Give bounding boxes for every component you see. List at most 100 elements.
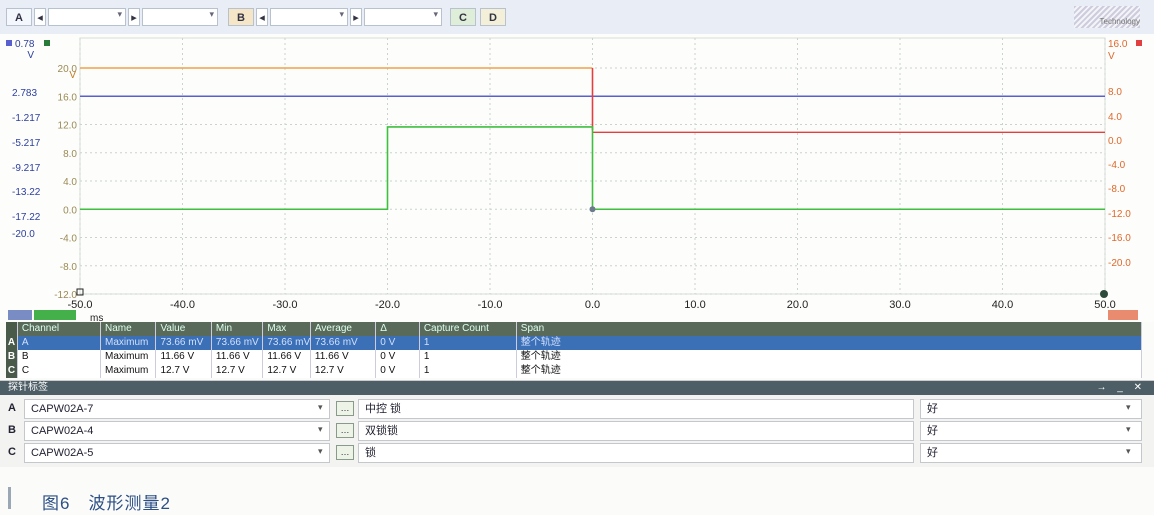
channel-c-button[interactable]: C <box>450 8 476 26</box>
channel-c-strip <box>34 310 76 320</box>
table-cell: 73.66 mV <box>156 336 212 350</box>
table-row-marker: A <box>6 336 18 350</box>
table-header-cell[interactable]: Average <box>311 322 377 336</box>
left-axis-b-tick: 12.0 <box>58 121 78 132</box>
chevron-down-icon: ▾ <box>117 9 122 19</box>
left-axis-a-tick: -5.217 <box>12 138 41 149</box>
channel-b-coupling-select[interactable]: ▾ <box>364 8 442 26</box>
right-axis-tick: -8.0 <box>1108 184 1126 195</box>
left-axis-b-tick: -12.0 <box>54 290 77 301</box>
trigger-marker <box>589 206 596 213</box>
table-cell: 12.7 V <box>212 364 264 378</box>
table-header-marker <box>6 322 18 336</box>
probe-browse-button[interactable]: … <box>336 423 354 438</box>
channel-a-prev-button[interactable]: ◂ <box>34 8 46 26</box>
channel-a-range-select[interactable]: ▾ <box>48 8 126 26</box>
table-row[interactable]: B B Maximum 11.66 V 11.66 V 11.66 V 11.66 V0 V… <box>6 350 1142 364</box>
table-cell: 0 V <box>376 336 420 350</box>
probe-status-value: 好 <box>927 403 938 415</box>
probe-label-input[interactable]: 双锁锁 <box>358 421 914 441</box>
channel-d-button[interactable]: D <box>480 8 506 26</box>
table-header-cell[interactable]: Δ <box>376 322 420 336</box>
table-cell: 12.7 V <box>156 364 212 378</box>
table-header-row: Channel Name Value Min Max Average Δ Capture Co… <box>6 322 1142 336</box>
table-header-cell[interactable]: Max <box>263 322 311 336</box>
channel-b-next-button[interactable]: ▸ <box>350 8 362 26</box>
table-header-cell[interactable]: Channel <box>18 322 102 336</box>
channel-b-range-select[interactable]: ▾ <box>270 8 348 26</box>
channel-a-next-button[interactable]: ▸ <box>128 8 140 26</box>
table-cell: 73.66 mV <box>212 336 264 350</box>
x-tick-label: 0.0 <box>585 299 600 311</box>
chevron-down-icon: ▾ <box>318 424 323 434</box>
channel-a-label: A <box>15 12 23 24</box>
x-tick-label: 30.0 <box>889 299 910 311</box>
probe-status-select[interactable]: 好 <box>920 421 1142 441</box>
probe-status-value: 好 <box>927 447 938 459</box>
channel-b-button[interactable]: B <box>228 8 254 26</box>
chart-background <box>0 34 1154 322</box>
waveform-svg: -50.0 -40.0 -30.0 -20.0 -10.0 0.0 10.0 20.0 30.0… <box>0 34 1154 324</box>
probe-label-input[interactable]: 锁 <box>358 443 914 463</box>
table-header-cell[interactable]: Value <box>156 322 212 336</box>
table-header-cell[interactable]: Min <box>212 322 264 336</box>
table-cell: Maximum <box>101 350 157 364</box>
table-cell: 73.66 mV <box>311 336 377 350</box>
table-header-cell[interactable]: Name <box>101 322 157 336</box>
probe-panel-title: 探针标签 <box>8 382 48 393</box>
table-cell: 整个轨迹 <box>517 336 1142 350</box>
probe-status-select[interactable]: 好 <box>920 399 1142 419</box>
table-cell: 12.7 V <box>263 364 311 378</box>
probe-browse-button[interactable]: … <box>336 445 354 460</box>
channel-c-label: C <box>459 12 467 24</box>
probe-connector-select[interactable]: CAPW02A-5 <box>24 443 330 463</box>
table-cell: 1 <box>420 364 517 378</box>
table-cell: 1 <box>420 350 517 364</box>
table-header-cell[interactable]: Capture Count <box>420 322 517 336</box>
table-cell: 1 <box>420 336 517 350</box>
right-axis-unit: V <box>1108 51 1115 62</box>
probe-connector-value: CAPW02A-7 <box>31 403 94 415</box>
channel-d-swatch <box>1136 40 1142 46</box>
probe-connector-select[interactable]: CAPW02A-4 <box>24 421 330 441</box>
chevron-down-icon: ▾ <box>339 9 344 19</box>
table-cell: 整个轨迹 <box>517 364 1142 378</box>
probe-label-input[interactable]: 中控 锁 <box>358 399 914 419</box>
channel-a-button[interactable]: A <box>6 8 32 26</box>
channel-a-swatch <box>6 40 12 46</box>
channel-a-strip <box>8 310 32 320</box>
probe-status-select[interactable]: 好 <box>920 443 1142 463</box>
panel-window-controls[interactable]: → _ ✕ <box>1097 381 1147 395</box>
probe-channel-label: C <box>8 446 16 458</box>
x-tick-label: -10.0 <box>477 299 502 311</box>
left-axis-a-tick: 2.783 <box>12 88 37 99</box>
left-axis-a-tick: -9.217 <box>12 163 41 174</box>
table-cell: 11.66 V <box>212 350 264 364</box>
chevron-down-icon: ▾ <box>318 446 323 456</box>
chevron-down-icon: ▾ <box>209 9 214 19</box>
channel-a-coupling-select[interactable]: ▾ <box>142 8 218 26</box>
probe-connector-select[interactable]: CAPW02A-7 <box>24 399 330 419</box>
table-header-cell[interactable]: Span <box>517 322 1142 336</box>
table-cell: 0 V <box>376 364 420 378</box>
figure-caption: 图6 波形测量2 <box>42 494 171 513</box>
table-cell: 0 V <box>376 350 420 364</box>
channel-d-label: D <box>489 12 497 24</box>
x-tick-label: 40.0 <box>992 299 1013 311</box>
right-axis-tick: 8.0 <box>1108 87 1122 98</box>
probe-connector-value: CAPW02A-4 <box>31 425 94 437</box>
left-axis-a-tick: -13.22 <box>12 187 41 198</box>
left-axis-a-tick: -17.22 <box>12 212 41 223</box>
probe-browse-button[interactable]: … <box>336 401 354 416</box>
vendor-logo: Technology <box>1074 6 1140 28</box>
right-axis-tick: 0.0 <box>1108 136 1122 147</box>
probe-label-value: 锁 <box>365 447 376 459</box>
channel-b-prev-button[interactable]: ◂ <box>256 8 268 26</box>
oscilloscope-chart[interactable]: -50.0 -40.0 -30.0 -20.0 -10.0 0.0 10.0 20.0 30.0… <box>0 34 1154 324</box>
probe-row: A CAPW02A-7 ▾ … 中控 锁 好 ▾ <box>0 399 1154 419</box>
left-axis-b-tick: 4.0 <box>63 177 77 188</box>
table-row[interactable]: C C Maximum 12.7 V 12.7 V 12.7 V 12.7 V0 V 1 整个轨… <box>6 364 1142 378</box>
channel-b-label: B <box>237 12 245 24</box>
probe-label-value: 双锁锁 <box>365 425 398 437</box>
table-row[interactable]: A A Maximum 73.66 mV 73.66 mV 73.66 mV 73.66 m… <box>6 336 1142 350</box>
